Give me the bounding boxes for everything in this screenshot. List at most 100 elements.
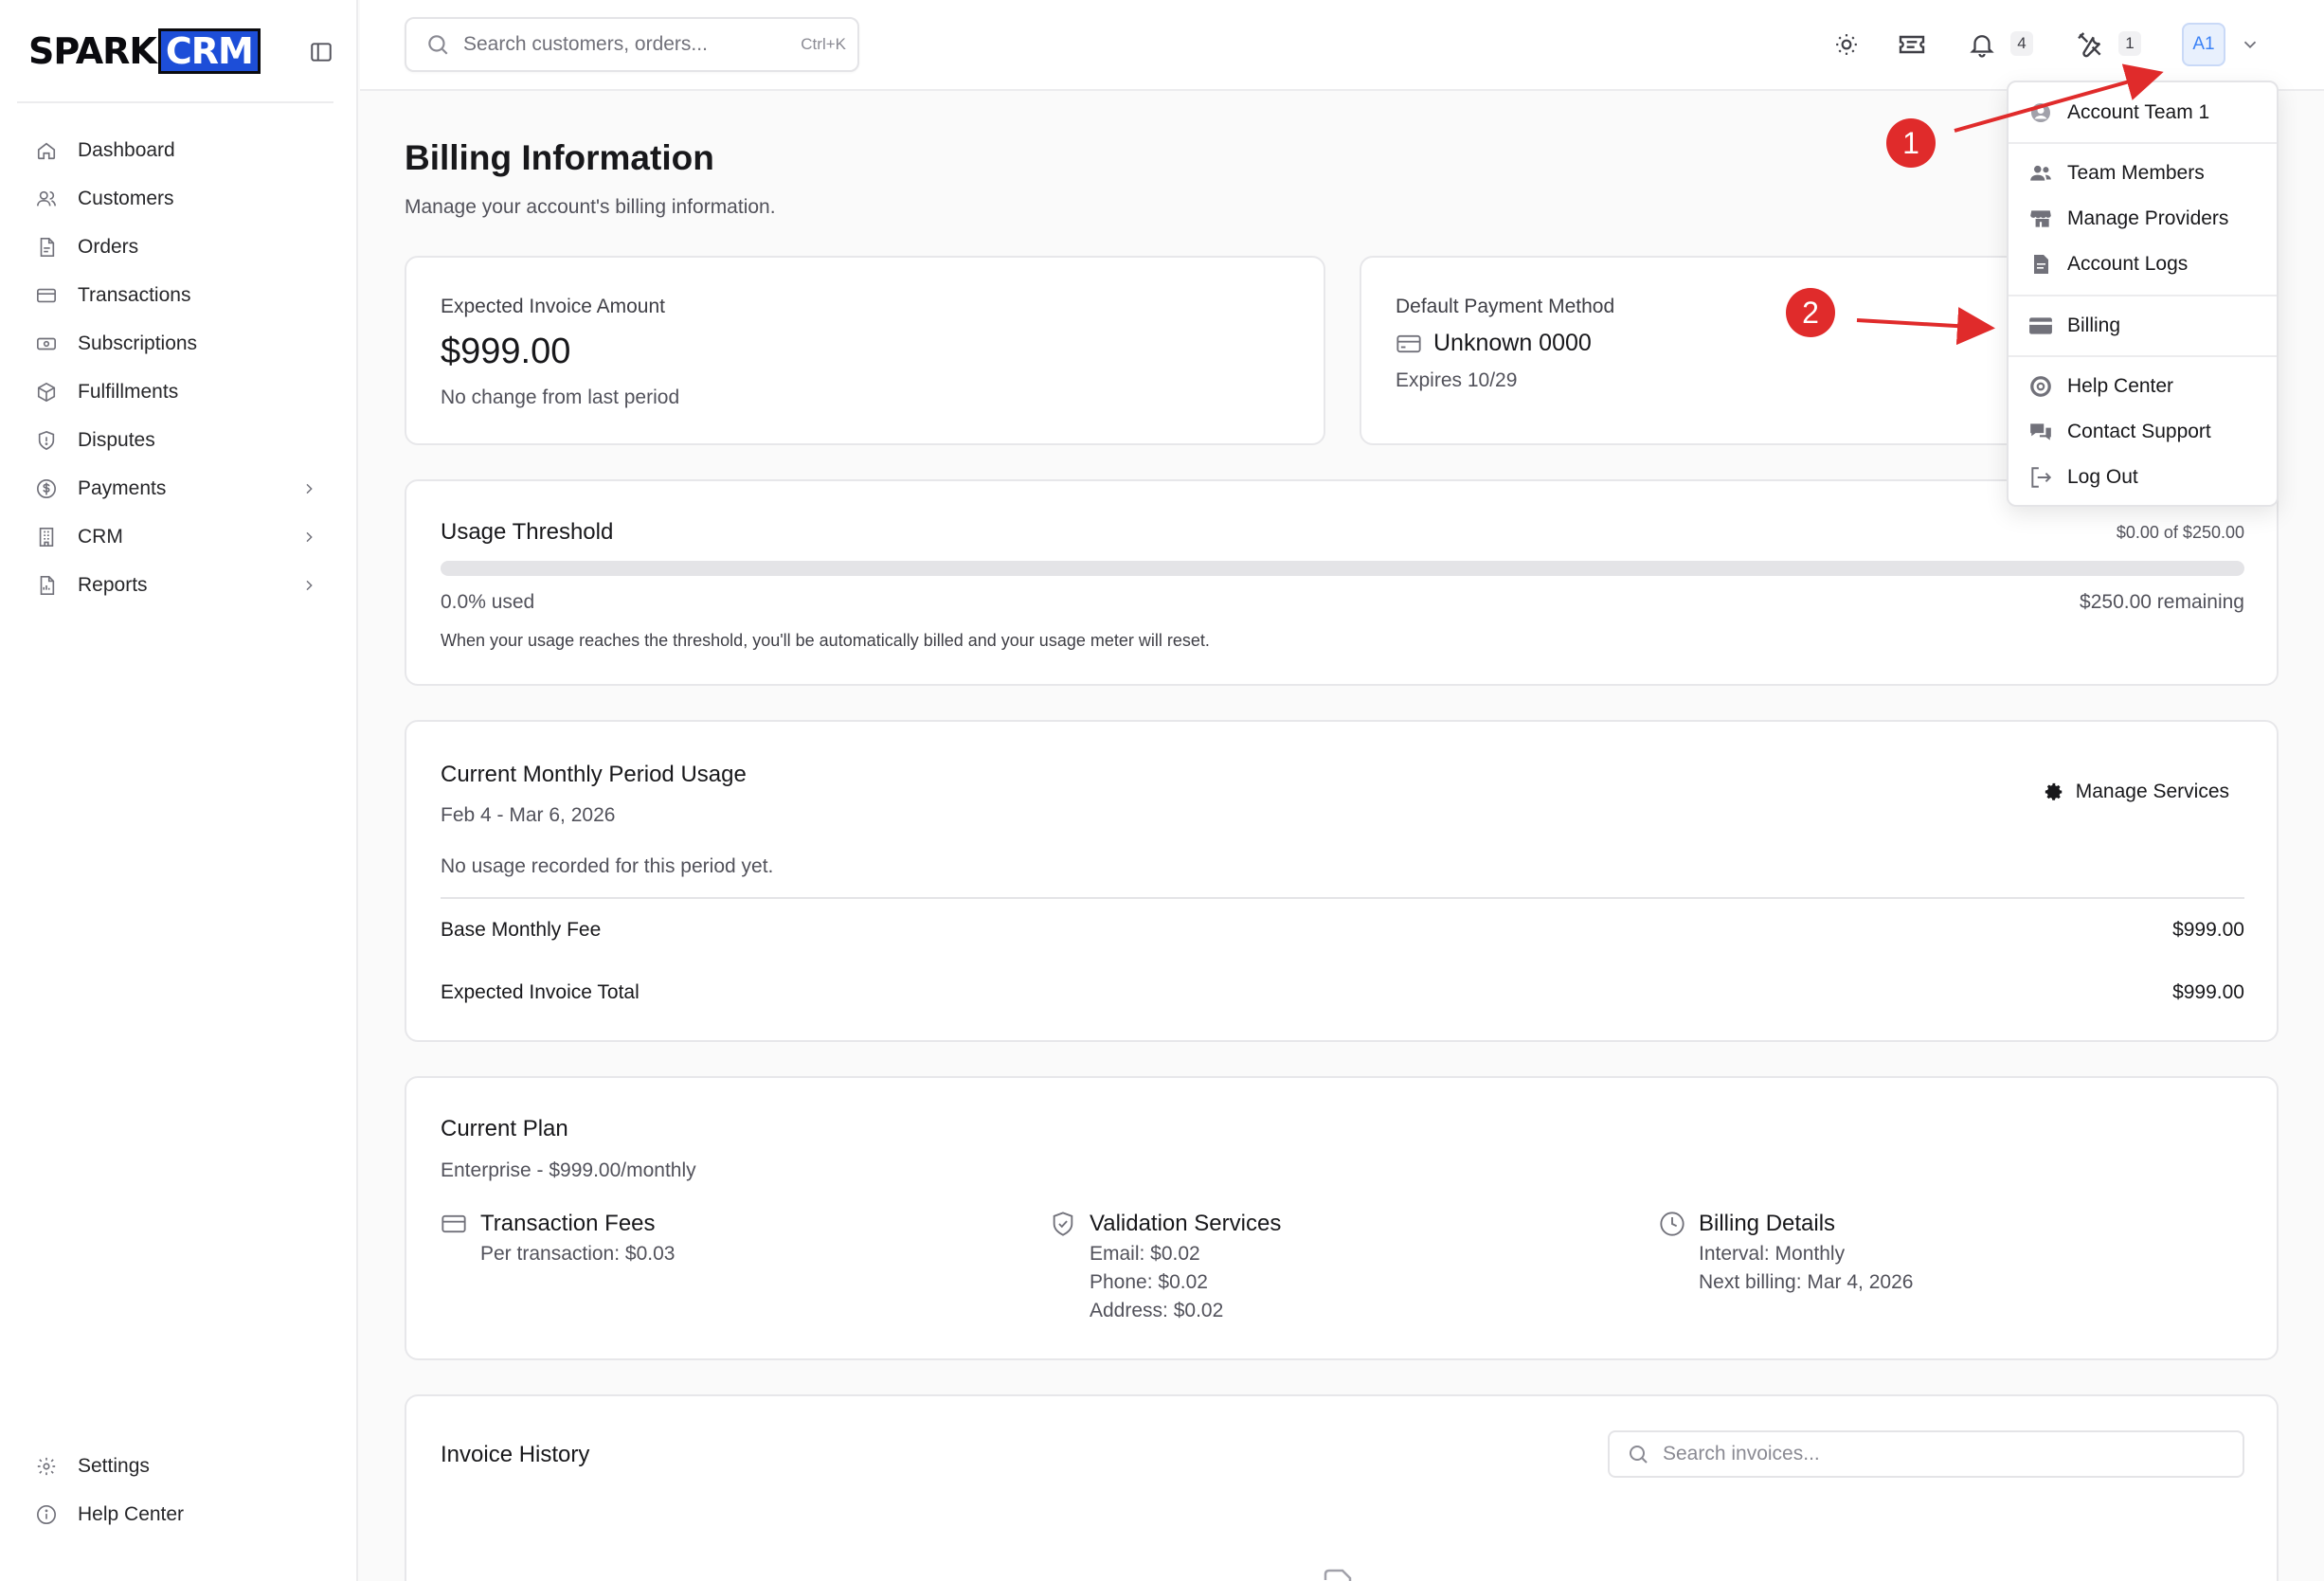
- store-icon: [2027, 206, 2054, 232]
- sidebar: SPARK CRM Dashboard Customers Orders Tran…: [0, 0, 358, 1581]
- usage-used: 0.0% used: [441, 591, 535, 613]
- current-plan-card: Current Plan Enterprise - $999.00/monthl…: [405, 1076, 2279, 1360]
- manage-services-label: Manage Services: [2075, 781, 2229, 802]
- sidebar-item-label: Fulfillments: [78, 380, 179, 403]
- theme-toggle-icon[interactable]: [1829, 27, 1865, 63]
- credit-card-icon: [1396, 334, 1421, 352]
- gear-icon: [34, 1454, 59, 1479]
- lifebuoy-icon: [2027, 373, 2054, 400]
- usage-threshold-card: Usage Threshold $0.00 of $250.00 0.0% us…: [405, 479, 2279, 686]
- package-icon: [34, 380, 59, 404]
- period-usage-card: Current Monthly Period Usage Feb 4 - Mar…: [405, 720, 2279, 1042]
- menu-item-help-center[interactable]: Help Center: [2027, 368, 2173, 405]
- file-icon: [34, 235, 59, 260]
- plan-line: Per transaction: $0.03: [480, 1243, 676, 1265]
- invoice-history-card: Invoice History Search invoices...: [405, 1394, 2279, 1581]
- sidebar-item-subscriptions[interactable]: Subscriptions: [17, 319, 332, 368]
- sidebar-item-orders[interactable]: Orders: [17, 223, 332, 271]
- sidebar-item-crm[interactable]: CRM: [17, 512, 332, 561]
- avatar[interactable]: A1: [2182, 23, 2225, 66]
- period-empty: No usage recorded for this period yet.: [441, 855, 774, 877]
- sidebar-item-fulfillments[interactable]: Fulfillments: [17, 368, 332, 416]
- tools-icon[interactable]: [2072, 27, 2108, 63]
- annotation-marker-2: 2: [1786, 288, 1835, 337]
- sidebar-item-payments[interactable]: Payments: [17, 464, 332, 512]
- chevron-right-icon[interactable]: [299, 576, 318, 595]
- sidebar-item-settings[interactable]: Settings: [17, 1442, 332, 1490]
- bell-icon[interactable]: [1964, 27, 2000, 63]
- invoice-note: No change from last period: [441, 386, 680, 408]
- chevron-down-icon[interactable]: [2240, 34, 2261, 55]
- user-circle-icon: [2027, 99, 2054, 126]
- sidebar-item-disputes[interactable]: Disputes: [17, 416, 332, 464]
- payment-label: Default Payment Method: [1396, 296, 1615, 317]
- plan-column-title: Transaction Fees: [480, 1211, 656, 1236]
- menu-item-account-logs[interactable]: Account Logs: [2027, 245, 2188, 283]
- page-title: Billing Information: [405, 138, 714, 177]
- usage-remaining: $250.00 remaining: [2080, 591, 2244, 613]
- manage-services-button[interactable]: Manage Services: [2044, 781, 2229, 803]
- menu-divider: [2009, 142, 2277, 144]
- logo[interactable]: SPARK CRM: [28, 28, 261, 74]
- menu-item-log-out[interactable]: Log Out: [2027, 458, 2138, 496]
- building-icon: [34, 525, 59, 549]
- account-dropdown-menu: Account Team 1 Team Members Manage Provi…: [2007, 81, 2279, 507]
- menu-item-contact-support[interactable]: Contact Support: [2027, 413, 2211, 451]
- chevron-right-icon[interactable]: [299, 479, 318, 498]
- payment-expiry: Expires 10/29: [1396, 369, 1518, 391]
- total-value: $999.00: [2172, 981, 2244, 1003]
- plan-line: Email: $0.02: [1090, 1243, 1200, 1265]
- divider: [17, 101, 333, 103]
- users-icon: [34, 187, 59, 211]
- expected-invoice-card: Expected Invoice Amount $999.00 No chang…: [405, 256, 1325, 445]
- menu-item-billing[interactable]: Billing: [2027, 307, 2120, 345]
- clock-icon: [1660, 1212, 1684, 1236]
- credit-card-icon: [441, 1214, 466, 1233]
- usage-title: Usage Threshold: [441, 519, 614, 545]
- menu-item-label: Manage Providers: [2067, 207, 2229, 229]
- payment-method-name: Unknown 0000: [1433, 330, 1592, 356]
- total-label: Expected Invoice Total: [441, 981, 640, 1003]
- sidebar-toggle-icon[interactable]: [305, 36, 337, 68]
- sidebar-item-label: Payments: [78, 476, 167, 499]
- sidebar-item-label: Disputes: [78, 428, 155, 451]
- menu-item-manage-providers[interactable]: Manage Providers: [2027, 200, 2228, 238]
- banknote-icon: [34, 332, 59, 356]
- menu-item-account-team[interactable]: Account Team 1: [2027, 94, 2209, 132]
- invoice-amount: $999.00: [441, 332, 571, 371]
- sidebar-item-transactions[interactable]: Transactions: [17, 271, 332, 319]
- menu-divider: [2009, 295, 2277, 296]
- sidebar-item-label: Dashboard: [78, 138, 175, 161]
- usage-amount: $0.00 of $250.00: [2116, 523, 2244, 542]
- sidebar-item-dashboard[interactable]: Dashboard: [17, 126, 332, 174]
- gear-icon: [2045, 782, 2062, 800]
- sidebar-item-reports[interactable]: Reports: [17, 561, 332, 609]
- base-fee-value: $999.00: [2172, 919, 2244, 941]
- plan-line: Next billing: Mar 4, 2026: [1699, 1271, 1914, 1293]
- plan-line: Interval: Monthly: [1699, 1243, 1846, 1265]
- chevron-right-icon[interactable]: [299, 528, 318, 547]
- global-search-input[interactable]: Search customers, orders... Ctrl+K: [405, 17, 859, 72]
- document-icon: [2027, 251, 2054, 278]
- sidebar-item-customers[interactable]: Customers: [17, 174, 332, 223]
- sidebar-item-label: Settings: [78, 1454, 150, 1477]
- period-dates: Feb 4 - Mar 6, 2026: [441, 804, 616, 826]
- sidebar-item-help-center[interactable]: Help Center: [17, 1490, 332, 1538]
- invoice-search-input[interactable]: Search invoices...: [1608, 1430, 2244, 1478]
- plan-line: Address: $0.02: [1090, 1300, 1224, 1321]
- sidebar-nav: Dashboard Customers Orders Transactions …: [17, 126, 332, 609]
- menu-item-label: Help Center: [2067, 375, 2174, 397]
- plan-title: Current Plan: [441, 1116, 568, 1141]
- shield-check-icon: [1053, 1212, 1073, 1236]
- chat-icon: [2027, 419, 2054, 445]
- menu-divider: [2009, 355, 2277, 357]
- ticket-icon[interactable]: [1894, 27, 1930, 63]
- menu-item-team-members[interactable]: Team Members: [2027, 154, 2205, 192]
- plan-column-title: Validation Services: [1090, 1211, 1282, 1236]
- invoice-label: Expected Invoice Amount: [441, 296, 665, 317]
- logo-text: SPARK: [28, 30, 157, 72]
- sidebar-item-label: Transactions: [78, 283, 191, 306]
- search-placeholder: Search customers, orders...: [463, 33, 708, 55]
- menu-item-label: Billing: [2067, 314, 2121, 336]
- divider: [441, 897, 2244, 899]
